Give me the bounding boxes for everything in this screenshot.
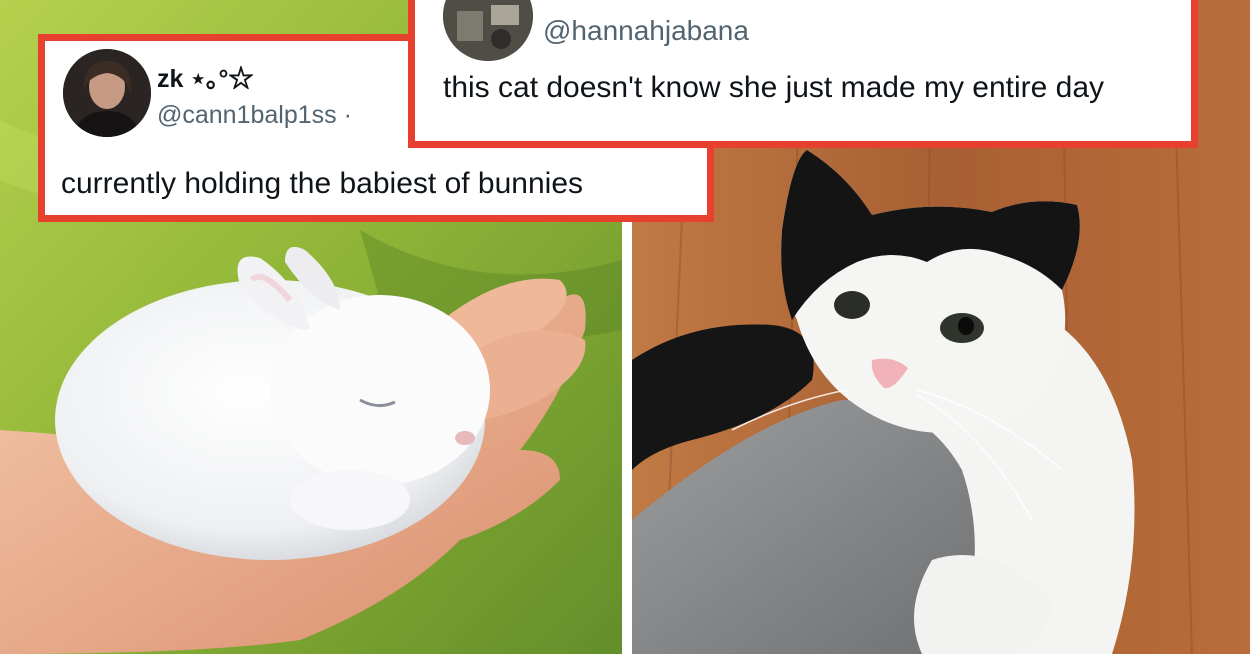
tweet-text: currently holding the babiest of bunnies	[61, 167, 584, 200]
user-handle: @hannahjabana	[543, 15, 749, 46]
user-handle: @cann1balp1ss ·	[157, 101, 352, 129]
avatar-portrait-icon	[63, 49, 151, 137]
display-name: zk ⋆｡°☆	[157, 65, 254, 93]
tweet-text: this cat doesn't know she just made my e…	[443, 71, 1105, 104]
avatar	[63, 49, 151, 137]
avatar	[443, 0, 533, 61]
avatar-room-icon	[443, 0, 533, 61]
tweet-card-right: @hannahjabana this cat doesn't know she …	[408, 0, 1198, 148]
